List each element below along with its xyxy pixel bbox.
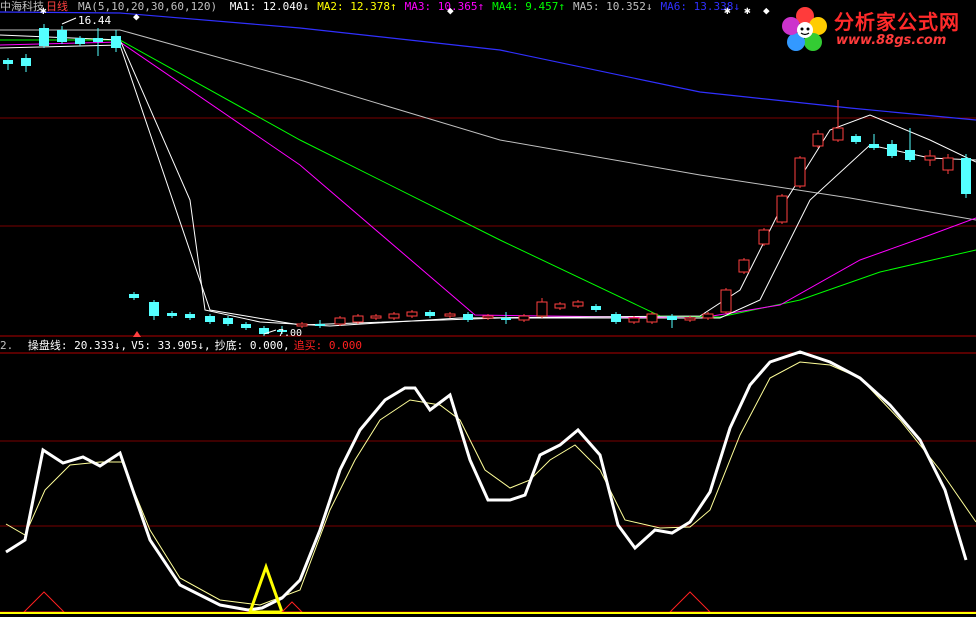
candle-body (646, 313, 658, 323)
bottom-signal-marker (280, 601, 304, 613)
candle-body (75, 38, 85, 44)
ma-legend-item: MA2: 12.378↑ (317, 0, 397, 13)
candle-body (482, 315, 494, 319)
indicator-legend-item: V5: 33.905↓, (131, 339, 211, 352)
candle-body (129, 294, 139, 298)
ma-values: MA1: 12.040↓ MA2: 12.378↑ MA3: 10.365↑ MA4:… (230, 0, 748, 13)
candle-body (223, 318, 233, 324)
candle-body (942, 157, 954, 171)
candle-body (924, 155, 936, 161)
candle-body (241, 324, 251, 328)
ma3-line (0, 41, 976, 319)
candle-body (869, 144, 879, 148)
candle-body (149, 302, 159, 316)
diamond-marker: ◆ (133, 10, 140, 23)
candle-body (3, 60, 13, 64)
candle-body (720, 289, 732, 313)
candle-body (444, 313, 456, 317)
candle-body (111, 36, 121, 48)
ma5-line (0, 29, 976, 221)
candle-body (296, 323, 308, 327)
ma2-line (0, 44, 976, 326)
candle-body (667, 316, 677, 320)
indicator-legend-item: 抄底: 0.000, (214, 339, 290, 352)
candle-body (554, 303, 566, 309)
bottom-signal-marker (22, 591, 66, 613)
ma-params: MA(5,10,20,30,60,120) (78, 0, 218, 13)
candle-body (425, 312, 435, 316)
candle-body (832, 127, 844, 141)
candle-body (758, 229, 770, 245)
logo-title: 分析家公式网 (834, 10, 960, 34)
ma-legend-item: MA1: 12.040↓ (229, 0, 310, 13)
ma-legend-item: MA3: 10.365↑ (404, 0, 485, 13)
diamond-marker: ◆ (763, 4, 770, 17)
candle-body (628, 317, 640, 323)
candle-body (334, 317, 346, 325)
candle-body (388, 313, 400, 319)
candle-body (352, 315, 364, 323)
candle-body (684, 317, 696, 321)
diamond-marker: ◆ (447, 4, 454, 17)
candle-body (702, 313, 714, 319)
candle-body (794, 157, 806, 187)
indicator-index: 2. (0, 339, 14, 352)
high-price-label: 16.44 (78, 14, 111, 27)
candle-body (518, 315, 530, 321)
low-price-label: 7.00 (278, 328, 302, 339)
candle-body (205, 316, 215, 322)
candlesticks (3, 24, 971, 336)
candle-body (611, 314, 621, 322)
candle-body (57, 30, 67, 42)
candle-body (536, 301, 548, 317)
control-line (5, 350, 968, 612)
ma-legend-item: MA5: 10.352↓ (573, 0, 653, 13)
stock-name[interactable]: 中海科技 (0, 0, 44, 13)
candle-body (812, 133, 824, 147)
candle-body (315, 324, 325, 326)
candle-body (572, 301, 584, 307)
logo-url: www.88gs.com (836, 33, 947, 48)
indicator-legend-item: 操盘线: 20.333↓, (27, 339, 128, 352)
flower-logo-icon (782, 7, 827, 51)
star-marker: ✱ (724, 4, 731, 17)
site-logo[interactable]: 分析家公式网 www.88gs.com (776, 2, 972, 54)
candle-body (39, 28, 49, 46)
ma1-line (0, 34, 976, 327)
period-label[interactable]: 日线 (46, 0, 68, 13)
candle-body (776, 195, 788, 223)
star-marker: ✱ (744, 4, 751, 17)
candle-body (21, 58, 31, 66)
candle-body (167, 313, 177, 316)
indicator-legend-item: 追买: 0.000 (293, 339, 362, 352)
up-triangle-icon (133, 331, 141, 337)
candle-body (185, 314, 195, 318)
bottom-signal-marker (668, 591, 712, 613)
candle-body (851, 136, 861, 142)
candle-body (406, 311, 418, 317)
ma-legend-bar: 中海科技 日线 MA(5,10,20,30,60,120) MA1: 12.040↓… (0, 0, 750, 14)
indicator-legend-bar: 2. 操盘线: 20.333↓, V5: 33.905↓, 抄底: 0.000, 追买… (0, 339, 368, 353)
candle-body (738, 259, 750, 273)
star-marker: ✱ (40, 4, 47, 17)
candle-body (905, 150, 915, 160)
indicator-values: 操盘线: 20.333↓, V5: 33.905↓, 抄底: 0.000, 追买: 0… (28, 339, 366, 352)
ma-legend-item: MA4: 9.457↑ (492, 0, 566, 13)
v5-line (5, 361, 976, 606)
candle-body (591, 306, 601, 310)
candle-body (961, 158, 971, 194)
candle-body (463, 314, 473, 320)
candle-body (93, 38, 103, 42)
stock-chart[interactable]: 16.44 7.00 (0, 0, 976, 617)
candle-body (501, 318, 511, 320)
ma4-line (0, 39, 976, 318)
candle-body (370, 315, 382, 319)
candle-body (887, 144, 897, 156)
